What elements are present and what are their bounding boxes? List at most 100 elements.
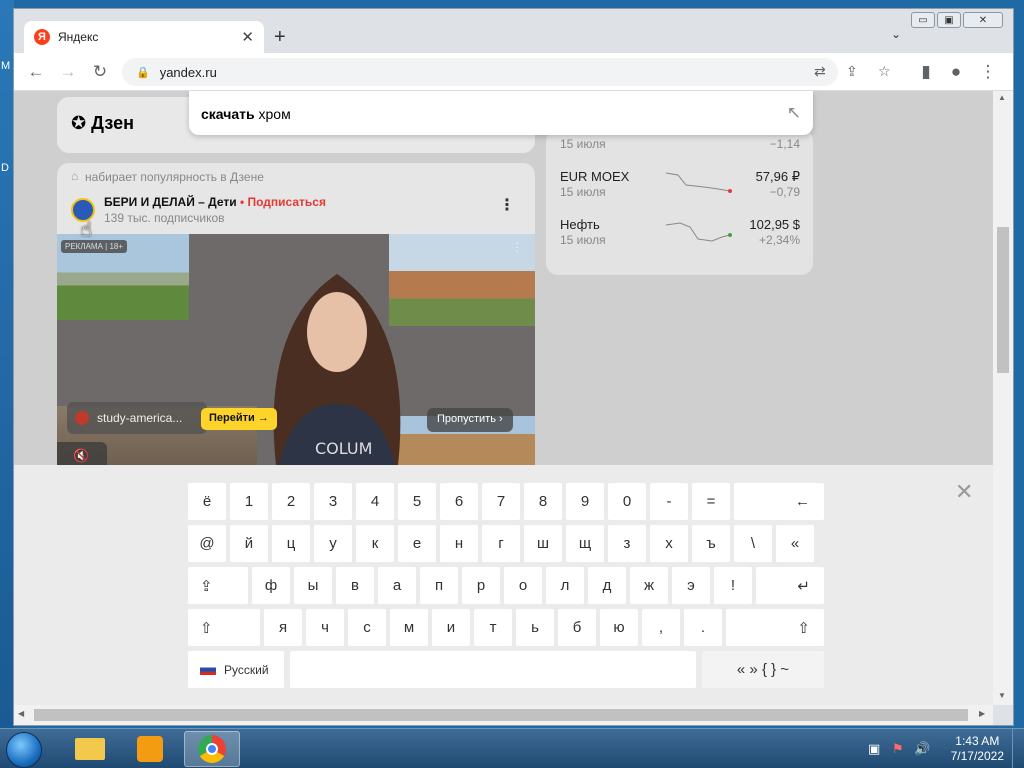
volume-icon[interactable]: 🔊 [914, 741, 930, 757]
key[interactable]: ь [516, 609, 554, 646]
key[interactable]: в [336, 567, 374, 604]
key[interactable]: р [462, 567, 500, 604]
key[interactable]: з [608, 525, 646, 562]
key[interactable]: . [684, 609, 722, 646]
key[interactable]: и [432, 609, 470, 646]
key[interactable]: б [558, 609, 596, 646]
vertical-scroll-thumb[interactable] [997, 227, 1009, 373]
key[interactable]: н [440, 525, 478, 562]
caps-lock-key[interactable]: ⇪ [188, 567, 248, 604]
key[interactable]: 3 [314, 483, 352, 520]
more-options-icon[interactable]: ⋮ [499, 195, 515, 215]
profile-avatar-icon[interactable]: ● [946, 62, 966, 82]
search-query[interactable]: скачать хром [201, 106, 291, 122]
key[interactable]: 7 [482, 483, 520, 520]
key[interactable]: - [650, 483, 688, 520]
key[interactable]: ж [630, 567, 668, 604]
channel-title[interactable]: БЕРИ И ДЕЛАЙ – Дети • Подписаться [104, 195, 326, 209]
action-center-icon[interactable]: ⚑ [892, 741, 904, 757]
key[interactable]: 1 [230, 483, 268, 520]
key[interactable]: , [642, 609, 680, 646]
key[interactable]: л [546, 567, 584, 604]
space-key[interactable] [290, 651, 696, 688]
enter-key[interactable]: ↵ [756, 567, 824, 604]
menu-kebab-icon[interactable]: ⋮ [978, 62, 998, 82]
restore-button[interactable]: ▣ [937, 12, 961, 28]
network-icon[interactable]: ▣ [868, 741, 880, 757]
key[interactable]: ц [272, 525, 310, 562]
system-clock[interactable]: 1:43 AM 7/17/2022 [951, 734, 1004, 764]
subscribe-link[interactable]: • Подписаться [237, 195, 326, 209]
horizontal-scrollbar[interactable]: ◀ ▶ [14, 705, 993, 725]
key[interactable]: й [230, 525, 268, 562]
chrome-taskbar-icon[interactable] [184, 731, 240, 767]
backspace-key[interactable]: ← [734, 483, 824, 520]
language-key[interactable]: Русский [188, 651, 284, 688]
explorer-taskbar-icon[interactable] [62, 731, 118, 767]
key[interactable]: 9 [566, 483, 604, 520]
key[interactable]: г [482, 525, 520, 562]
key[interactable]: ъ [692, 525, 730, 562]
key[interactable]: е [398, 525, 436, 562]
key[interactable]: о [504, 567, 542, 604]
insert-suggestion-arrow-icon[interactable]: ↖ [787, 103, 801, 123]
horizontal-scroll-thumb[interactable] [34, 709, 968, 721]
key[interactable]: 4 [356, 483, 394, 520]
key[interactable]: ё [188, 483, 226, 520]
scroll-right-icon[interactable]: ▶ [979, 709, 985, 718]
key[interactable]: к [356, 525, 394, 562]
advertiser-chip[interactable]: study-america... [67, 402, 207, 434]
keyboard-close-icon[interactable]: ✕ [955, 479, 973, 505]
finance-row[interactable]: Нефть 15 июля 102,95 $ +2,34% [560, 217, 800, 257]
channel-name[interactable]: БЕРИ И ДЕЛАЙ – Дети [104, 195, 237, 209]
forward-arrow-icon[interactable]: → [58, 62, 78, 82]
key[interactable]: 2 [272, 483, 310, 520]
reload-icon[interactable]: ↻ [90, 62, 110, 82]
key[interactable]: ы [294, 567, 332, 604]
key[interactable]: м [390, 609, 428, 646]
translate-icon[interactable]: ⇄ [814, 63, 826, 80]
show-desktop-button[interactable] [1012, 729, 1024, 768]
address-bar[interactable]: 🔒 yandex.ru ⇄ ⇪ ☆ [122, 58, 891, 86]
key[interactable]: ! [714, 567, 752, 604]
tab-close-icon[interactable]: ✕ [241, 28, 254, 46]
bookmark-star-icon[interactable]: ☆ [878, 63, 891, 80]
video-menu-icon[interactable]: ⋮ [511, 240, 523, 254]
scroll-left-icon[interactable]: ◀ [18, 709, 24, 718]
key[interactable]: \ [734, 525, 772, 562]
shift-right-key[interactable]: ⇧ [726, 609, 824, 646]
shift-key[interactable]: ⇧ [188, 609, 260, 646]
key[interactable]: = [692, 483, 730, 520]
key[interactable]: 6 [440, 483, 478, 520]
key[interactable]: с [348, 609, 386, 646]
key[interactable]: @ [188, 525, 226, 562]
close-window-button[interactable]: ✕ [963, 12, 1003, 28]
key[interactable]: 5 [398, 483, 436, 520]
key[interactable]: « [776, 525, 814, 562]
key[interactable]: а [378, 567, 416, 604]
key[interactable]: п [420, 567, 458, 604]
key[interactable]: 8 [524, 483, 562, 520]
key[interactable]: х [650, 525, 688, 562]
new-tab-button[interactable]: + [274, 26, 286, 49]
key[interactable]: у [314, 525, 352, 562]
symbols-key[interactable]: « » { } ~ [702, 651, 824, 688]
vertical-scrollbar[interactable]: ▲ ▼ [993, 91, 1013, 705]
media-player-taskbar-icon[interactable] [122, 731, 178, 767]
skip-button[interactable]: Пропустить › [427, 408, 513, 432]
tab-search-chevron-icon[interactable]: ⌄ [891, 27, 901, 41]
scroll-down-icon[interactable]: ▼ [998, 691, 1006, 700]
minimize-button[interactable]: ▭ [911, 12, 935, 28]
start-button-icon[interactable] [6, 732, 42, 768]
key[interactable]: э [672, 567, 710, 604]
scroll-up-icon[interactable]: ▲ [998, 93, 1006, 102]
browser-tab[interactable]: Я Яндекс ✕ [24, 21, 264, 53]
dzen-logo[interactable]: ✪ Дзен [71, 113, 134, 134]
key[interactable]: щ [566, 525, 604, 562]
back-arrow-icon[interactable]: ← [26, 62, 46, 82]
key[interactable]: я [264, 609, 302, 646]
search-suggestion-box[interactable]: скачать хром ↖ [189, 91, 813, 135]
ad-video[interactable]: COLUM РЕКЛАМА | 18+ ⋮ study-america... П… [57, 234, 535, 474]
key[interactable]: 0 [608, 483, 646, 520]
finance-row[interactable]: EUR MOEX 15 июля 57,96 ₽ −0,79 [560, 169, 800, 209]
